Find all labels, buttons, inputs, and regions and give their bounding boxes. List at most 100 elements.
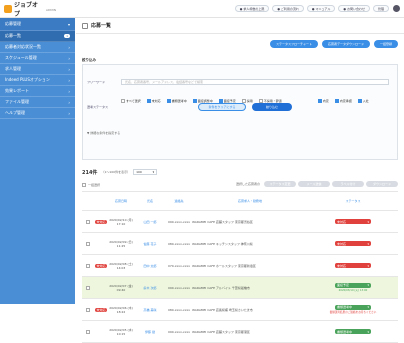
new-badge: 未対応 (95, 263, 107, 268)
sidebar-item-label: 応募者対応状況一覧 (5, 44, 41, 49)
row-name-link[interactable]: 山田 一郎 (134, 211, 166, 232)
table-row[interactable]: 2020/02/09 (日) 11:25 佐藤 花子 080-xxxx-xxxx… (82, 233, 398, 255)
sidebar-item-help[interactable]: ヘルプ管理 › (0, 108, 75, 119)
chevron-right-icon: › (68, 110, 70, 116)
table-row[interactable]: 未対応 2020/02/06 (木) 18:22 高橋 美咲 080-xxxx-… (82, 299, 398, 321)
row-checkbox[interactable] (86, 263, 90, 268)
result-summary: 214件 （1〜100件を表示） 100 ▾ (82, 167, 398, 177)
header-contact: 連絡先 (174, 199, 184, 203)
row-name-link[interactable]: 高橋 美咲 (134, 299, 166, 320)
row-checkbox[interactable] (86, 241, 90, 246)
sidebar-item-label: Indeed PLUSオプション (5, 77, 50, 82)
top-bar: ジョブオプ ADMIN ● 求人枠数の上限 ● ご利用の流れ ● マニュアル ●… (0, 0, 404, 18)
row-checkbox[interactable] (86, 307, 90, 312)
status-select[interactable]: 書類選考中 ▾ (335, 329, 371, 334)
select-all[interactable]: 一括選択 (82, 183, 100, 187)
status-select[interactable]: 面接予定 ▾ (335, 282, 371, 288)
row-job: WARAMEI CAFE ホールスタッフ 東京都新宿区 (192, 263, 256, 268)
table-row[interactable]: 2020/02/05 (水) 10:15 伊藤 健 090-xxxx-xxxx … (82, 321, 398, 343)
row-date: 2020/02/10 (月) 17:10 (109, 217, 133, 226)
download-button[interactable]: 応募者データダウンロード (321, 40, 370, 48)
chevron-down-icon: ▾ (367, 219, 369, 224)
sidebar: 応募管理 ▾ 応募一覧 1 応募者対応状況一覧 › スケジュール管理 › 求人管… (0, 18, 75, 304)
status-select[interactable]: 書類選考中 ▾ (335, 304, 371, 310)
table-row[interactable]: 2020/02/07 (金) 09:40 鈴木 次郎 090-xxxx-xxxx… (82, 277, 398, 299)
more-conditions-link[interactable]: ▼ 詳細な条件を指定する (83, 131, 120, 135)
filter-button[interactable]: 絞り込む (252, 103, 292, 111)
bulk-register-button[interactable]: 一括登録 (373, 40, 398, 48)
row-date: 2020/02/07 (金) 09:40 (109, 283, 133, 292)
result-range: （1〜100件を表示） (101, 170, 131, 174)
sidebar-item-indeed[interactable]: Indeed PLUSオプション › (0, 75, 75, 86)
row-checkbox[interactable] (86, 329, 90, 334)
row-job: WARAMEI CAFE キッチンスタッフ 神奈川県 (192, 241, 253, 246)
gear-icon[interactable] (393, 5, 400, 12)
status-checkbox[interactable]: 書類選考中 (166, 99, 187, 103)
chevron-right-icon: › (68, 66, 70, 72)
nav-contact[interactable]: ● お問い合わせ (338, 5, 370, 12)
status-select[interactable]: 未対応 ▾ (335, 263, 371, 268)
chevron-down-icon: ▾ (367, 329, 369, 334)
search-buttons: 条件をクリアにする 絞り込む (198, 103, 292, 111)
chevron-down-icon: ▾ (367, 283, 369, 287)
status-checkbox[interactable]: 入社 (357, 99, 369, 103)
account-menu[interactable]: 管理 (372, 5, 389, 12)
status-select[interactable]: 未対応 ▾ (335, 219, 371, 224)
keyword-input[interactable]: 氏名、応募者番号、メールアドレス、電話番号などで検索 (121, 79, 389, 85)
sidebar-item-files[interactable]: ファイル管理 › (0, 97, 75, 108)
header-date[interactable]: 応募日時 (108, 192, 134, 210)
sidebar-item-applicant-status[interactable]: 応募者対応状況一覧 › (0, 42, 75, 53)
checkbox-icon (317, 99, 322, 103)
row-contact: 070-xxxx-xxxx (167, 263, 191, 268)
row-name-link[interactable]: 伊藤 健 (134, 321, 166, 342)
flowchart-button[interactable]: ステータスフローチャート (269, 40, 318, 48)
bulk-download-button[interactable]: ダウンロード (366, 181, 398, 187)
per-page-select[interactable]: 100 ▾ (133, 169, 158, 175)
row-checkbox[interactable] (86, 285, 90, 290)
sidebar-item-label: ヘルプ管理 (5, 110, 25, 115)
bulk-mail-button[interactable]: メール送信 (298, 181, 330, 187)
row-job: WARAMEI CAFE 店舗スタッフ 東京都渋谷区 (192, 219, 253, 224)
header-name: 氏名 (146, 199, 153, 203)
checkbox-icon (166, 99, 171, 103)
row-name-link[interactable]: 鈴木 次郎 (134, 277, 166, 298)
sidebar-item-reports[interactable]: 効果レポート › (0, 86, 75, 97)
header-state: ステータス (345, 199, 361, 203)
status-checkbox[interactable]: すべて選択 (121, 99, 141, 103)
status-checkbox[interactable]: 未対応 (146, 99, 161, 103)
chevron-right-icon: › (68, 88, 70, 94)
chevron-right-icon: › (68, 77, 70, 83)
nav-flow[interactable]: ● ご利用の流れ (272, 5, 304, 12)
row-checkbox[interactable] (86, 219, 90, 224)
table-header: 応募日時 氏名 連絡先 応募求人・勤務地 ステータス (82, 191, 398, 211)
nav-limit[interactable]: ● 求人枠数の上限 (234, 5, 270, 12)
sidebar-item-application-list[interactable]: 応募一覧 1 (0, 31, 75, 42)
table-row[interactable]: 未対応 2020/02/10 (月) 17:10 山田 一郎 090-xxxx-… (82, 211, 398, 233)
checkbox-icon (334, 99, 339, 103)
checkbox-icon (192, 99, 197, 103)
sidebar-item-jobs[interactable]: 求人管理 › (0, 64, 75, 75)
keyword-label: フリーワード (87, 80, 106, 84)
sidebar-item-label: 応募一覧 (5, 33, 21, 38)
per-page-value: 100 (136, 170, 142, 174)
table-row[interactable]: 未対応 2020/02/08 (土) 14:03 田中 太郎 070-xxxx-… (82, 255, 398, 277)
sidebar-item-application-management[interactable]: 応募管理 ▾ (0, 18, 75, 31)
status-checkbox[interactable]: 内定承諾 (334, 99, 352, 103)
row-name-link[interactable]: 田中 太郎 (134, 255, 166, 276)
bulk-status-button[interactable]: ステータス変更 (264, 181, 296, 187)
row-date: 2020/02/08 (土) 14:03 (109, 261, 133, 270)
status-select[interactable]: 未対応 ▾ (335, 241, 371, 246)
row-name-link[interactable]: 佐藤 花子 (134, 233, 166, 254)
sidebar-item-label: スケジュール管理 (5, 55, 37, 60)
bulk-label-button[interactable]: ラベル付け (332, 181, 364, 187)
nav-manual[interactable]: ● マニュアル (306, 5, 336, 12)
sidebar-item-label: 効果レポート (5, 88, 29, 93)
chevron-down-icon: ▾ (367, 241, 369, 246)
logo[interactable]: ジョブオプ ADMIN (4, 2, 56, 18)
sidebar-item-label: 求人管理 (5, 66, 21, 71)
status-checkbox[interactable]: 内定 (317, 99, 329, 103)
clear-button[interactable]: 条件をクリアにする (198, 103, 246, 111)
sidebar-item-schedule[interactable]: スケジュール管理 › (0, 53, 75, 64)
page-header: 応募一覧 (76, 18, 404, 34)
bulk-buttons: 選択した応募者の ステータス変更 メール送信 ラベル付け ダウンロード (236, 181, 398, 187)
